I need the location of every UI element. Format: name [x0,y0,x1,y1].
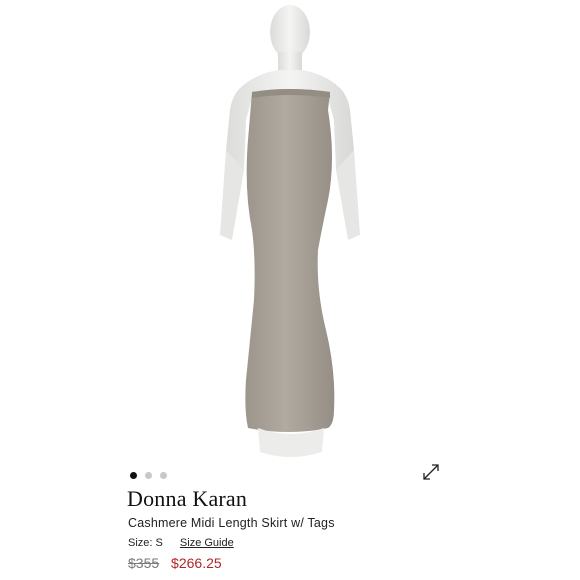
size-guide-link[interactable]: Size Guide [180,537,234,549]
carousel-dots [130,472,167,479]
product-photo[interactable] [0,0,580,460]
carousel-dot-2[interactable] [145,472,152,479]
carousel-dot-3[interactable] [160,472,167,479]
brand-name: Donna Karan [127,486,248,511]
carousel-dot-1[interactable] [130,472,137,479]
price-row: $355 $266.25 [128,555,222,571]
size-label: Size: S [128,537,163,549]
dress-on-mannequin-illustration [220,5,360,457]
mannequin-base [258,428,324,457]
size-row: Size: S Size Guide [128,537,234,549]
product-title: Cashmere Midi Length Skirt w/ Tags [128,516,335,530]
product-listing: Donna Karan Cashmere Midi Length Skirt w… [0,0,580,580]
sale-price: $266.25 [171,555,222,571]
mannequin-head [270,5,310,59]
original-price: $355 [128,555,160,571]
expand-icon[interactable] [420,461,442,483]
dress [245,89,335,432]
